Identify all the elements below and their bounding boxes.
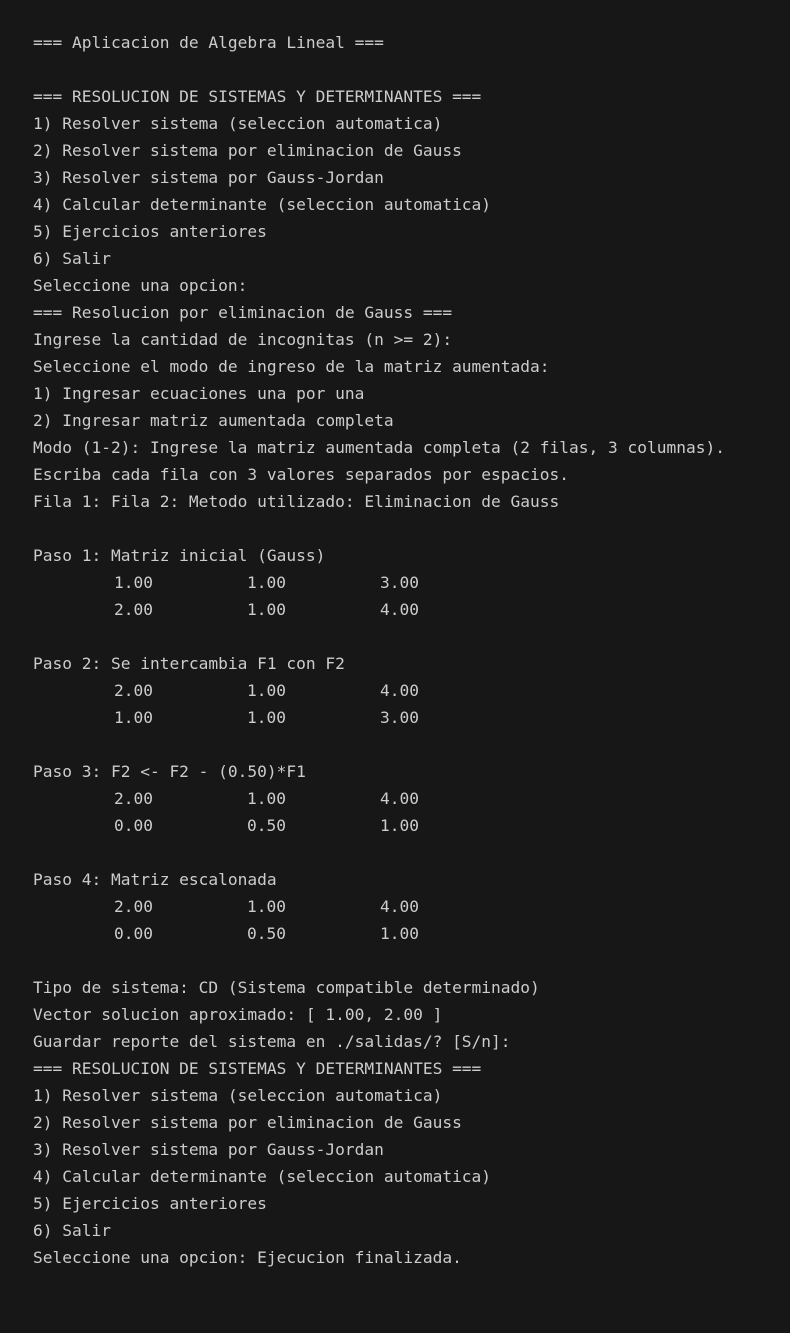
matrix-cell: 3.00 [380, 708, 419, 727]
matrix-cell: 1.00 [247, 681, 286, 700]
matrix-cell: 1.00 [247, 573, 286, 592]
menu-option: 1) Resolver sistema (seleccion automatic… [33, 114, 443, 133]
matrix-cell: 1.00 [114, 573, 153, 592]
matrix-cell: 4.00 [380, 789, 419, 808]
matrix-cell: 1.00 [247, 600, 286, 619]
menu-option: 6) Salir [33, 249, 111, 268]
final-prompt: Seleccione una opcion: Ejecucion finaliz… [33, 1248, 462, 1267]
menu-option: 3) Resolver sistema por Gauss-Jordan [33, 168, 384, 187]
matrix-row: 0.00 0.50 1.00 [33, 812, 790, 839]
menu-option: 1) Resolver sistema (seleccion automatic… [33, 1086, 443, 1105]
prompt-line: Seleccione una opcion: [33, 276, 248, 295]
prompt-line: Modo (1-2): Ingrese la matriz aumentada … [33, 438, 725, 457]
terminal-line: Escriba cada fila con 3 valores separado… [33, 465, 570, 484]
menu-option: 1) Ingresar ecuaciones una por una [33, 384, 365, 403]
matrix-cell: 0.50 [247, 924, 286, 943]
matrix-cell: 1.00 [380, 816, 419, 835]
matrix-cell: 2.00 [114, 897, 153, 916]
matrix-row: 0.00 0.50 1.00 [33, 920, 790, 947]
matrix-cell: 1.00 [114, 708, 153, 727]
matrix-cell: 0.00 [114, 924, 153, 943]
menu-header: === RESOLUCION DE SISTEMAS Y DETERMINANT… [33, 87, 482, 106]
matrix-cell: 0.00 [114, 816, 153, 835]
matrix-row: 2.00 1.00 4.00 [33, 677, 790, 704]
matrix-cell: 4.00 [380, 897, 419, 916]
matrix-cell: 4.00 [380, 600, 419, 619]
matrix-cell: 1.00 [380, 924, 419, 943]
matrix-cell: 1.00 [247, 708, 286, 727]
menu-option: 5) Ejercicios anteriores [33, 1194, 267, 1213]
prompt-line: Seleccione el modo de ingreso de la matr… [33, 357, 550, 376]
prompt-line: Ingrese la cantidad de incognitas (n >= … [33, 330, 453, 349]
matrix-cell: 2.00 [114, 600, 153, 619]
matrix-cell: 2.00 [114, 681, 153, 700]
menu-option: 2) Ingresar matriz aumentada completa [33, 411, 394, 430]
step-title: Paso 3: F2 <- F2 - (0.50)*F1 [33, 762, 306, 781]
menu-option: 4) Calcular determinante (seleccion auto… [33, 195, 492, 214]
menu-header: === RESOLUCION DE SISTEMAS Y DETERMINANT… [33, 1059, 482, 1078]
step-title: Paso 1: Matriz inicial (Gauss) [33, 546, 326, 565]
matrix-cell: 1.00 [247, 789, 286, 808]
matrix-row: 2.00 1.00 4.00 [33, 596, 790, 623]
matrix-cell: 0.50 [247, 816, 286, 835]
step-title: Paso 4: Matriz escalonada [33, 870, 277, 889]
menu-option: 2) Resolver sistema por eliminacion de G… [33, 1113, 462, 1132]
matrix-row: 2.00 1.00 4.00 [33, 893, 790, 920]
terminal-output[interactable]: === Aplicacion de Algebra Lineal === ===… [0, 0, 790, 1333]
matrix-row: 1.00 1.00 3.00 [33, 569, 790, 596]
matrix-row: 2.00 1.00 4.00 [33, 785, 790, 812]
matrix-cell: 1.00 [247, 897, 286, 916]
solution-vector: Vector solucion aproximado: [ 1.00, 2.00… [33, 1005, 443, 1024]
menu-option: 6) Salir [33, 1221, 111, 1240]
system-type: Tipo de sistema: CD (Sistema compatible … [33, 978, 540, 997]
matrix-cell: 2.00 [114, 789, 153, 808]
terminal-line: Fila 1: Fila 2: Metodo utilizado: Elimin… [33, 492, 560, 511]
terminal-line: === Aplicacion de Algebra Lineal === [33, 33, 384, 52]
save-prompt: Guardar reporte del sistema en ./salidas… [33, 1032, 511, 1051]
menu-option: 2) Resolver sistema por eliminacion de G… [33, 141, 462, 160]
menu-option: 4) Calcular determinante (seleccion auto… [33, 1167, 492, 1186]
section-header: === Resolucion por eliminacion de Gauss … [33, 303, 453, 322]
menu-option: 5) Ejercicios anteriores [33, 222, 267, 241]
menu-option: 3) Resolver sistema por Gauss-Jordan [33, 1140, 384, 1159]
matrix-cell: 4.00 [380, 681, 419, 700]
matrix-row: 1.00 1.00 3.00 [33, 704, 790, 731]
matrix-cell: 3.00 [380, 573, 419, 592]
step-title: Paso 2: Se intercambia F1 con F2 [33, 654, 345, 673]
